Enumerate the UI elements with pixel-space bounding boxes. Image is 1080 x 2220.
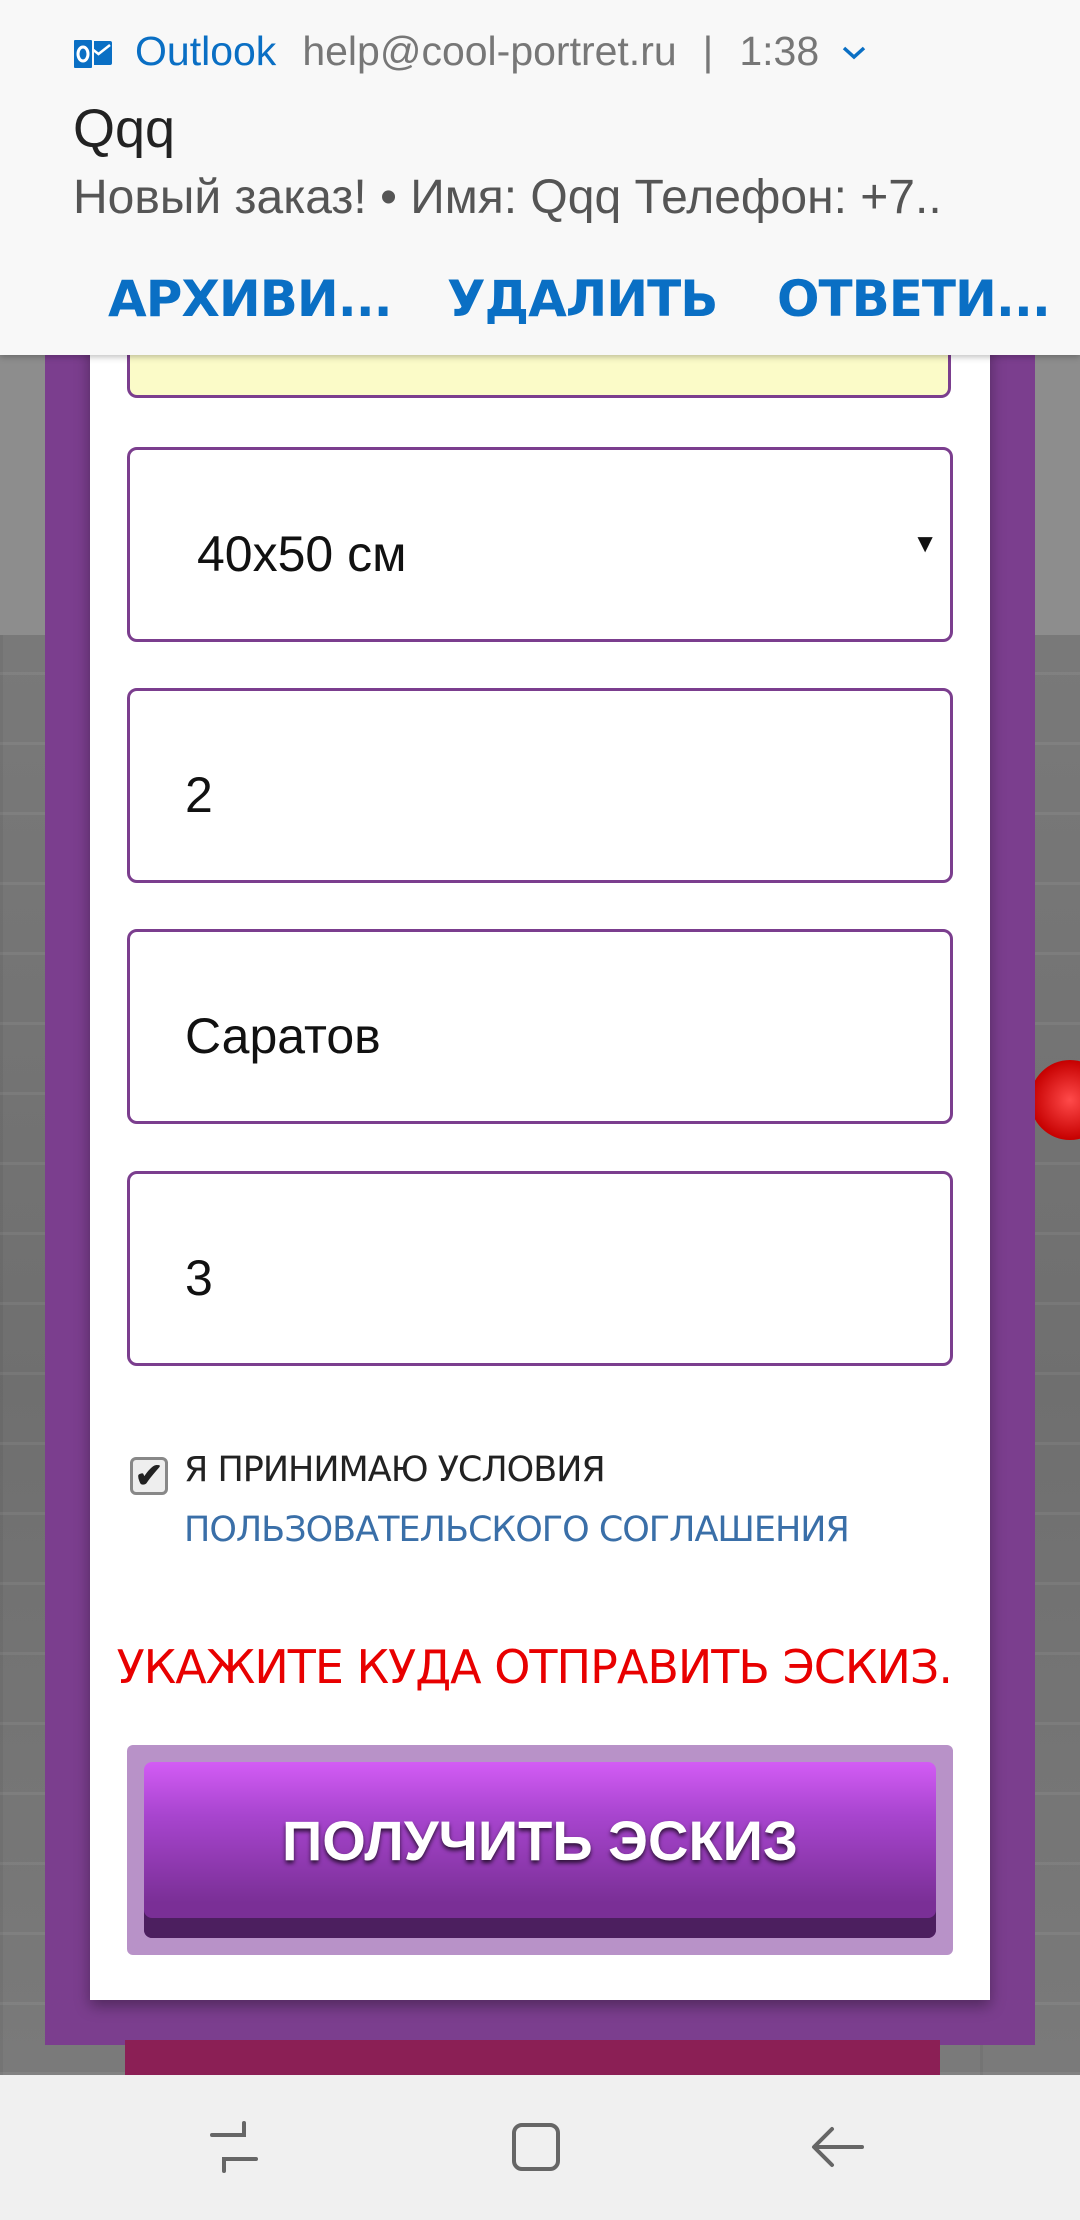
triangle-down-icon: ▼ [912,528,938,558]
checkmark-icon: ✔ [134,1457,164,1495]
notification-time: 1:38 [739,27,820,74]
notification-separator: | [702,27,714,74]
quantity-input-value: 2 [185,766,213,823]
delete-action-button[interactable]: УДАЛИТЬ [447,270,718,328]
city-input-value: Саратов [185,1007,381,1064]
size-select-value: 40x50 см [197,525,407,582]
recent-apps-icon[interactable] [204,2117,264,2177]
city-input[interactable]: Саратов [127,929,953,1124]
notification-header: Outlook help@cool-portret.ru | 1:38 [72,27,867,74]
reply-action-button[interactable]: ОТВЕТИ... [777,270,1051,328]
notification-sender: help@cool-portret.ru [302,27,677,74]
notification-title: Qqq [73,99,176,159]
size-select[interactable]: 40x50 см ▼ [127,447,953,642]
notification-app-name: Outlook [135,27,277,74]
user-agreement-link[interactable]: пользовательского соглашения [184,1510,850,1550]
chevron-down-icon[interactable] [841,32,867,71]
navigation-bar [0,2075,1080,2220]
submit-button-wrapper: ПОЛУЧИТЬ ЭСКИЗ [127,1745,953,1955]
get-sketch-button[interactable]: ПОЛУЧИТЬ ЭСКИЗ [144,1762,936,1938]
persons-input-value: 3 [185,1249,213,1306]
get-sketch-button-label: ПОЛУЧИТЬ ЭСКИЗ [282,1808,798,1872]
bottom-band [125,2040,940,2080]
agree-label: Я принимаю условия пользовательского сог… [184,1440,944,1560]
agree-checkbox[interactable]: ✔ [130,1457,168,1495]
notification-body: Новый заказ! • Имя: Qqq Телефон: +7.. [73,171,942,224]
agree-text: Я принимаю условия [184,1450,606,1490]
home-icon[interactable] [506,2117,566,2177]
persons-input[interactable]: 3 [127,1171,953,1366]
quantity-input[interactable]: 2 [127,688,953,883]
notification-card[interactable]: Outlook help@cool-portret.ru | 1:38 Qqq … [0,0,1080,355]
validation-warning: УКАЖИТЕ КУДА ОТПРАВИТЬ ЭСКИЗ. [116,1640,953,1694]
notification-actions: АРХИВИ... УДАЛИТЬ ОТВЕТИ... [0,270,1080,350]
back-icon[interactable] [808,2117,868,2177]
outlook-icon [72,34,113,70]
archive-action-button[interactable]: АРХИВИ... [108,270,393,328]
